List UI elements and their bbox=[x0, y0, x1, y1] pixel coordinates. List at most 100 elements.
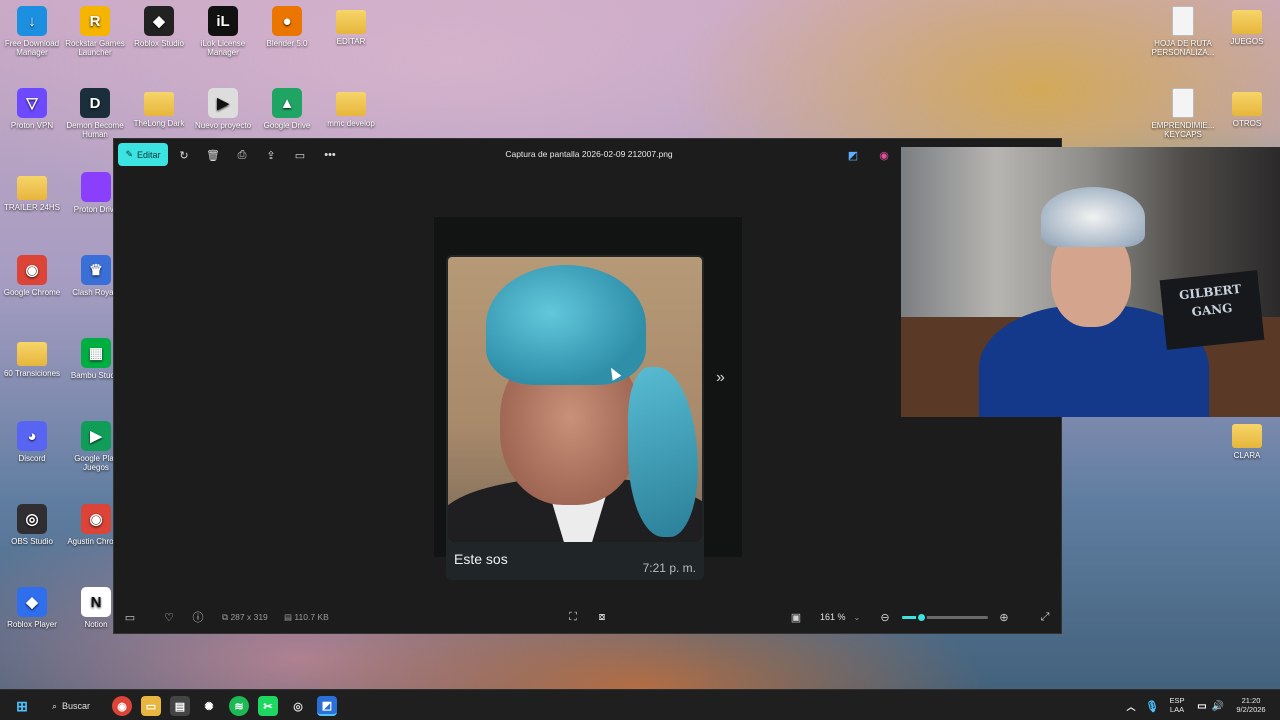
ilok-icon: iL bbox=[208, 6, 238, 36]
desktop-icon-discord[interactable]: ◕ Discord bbox=[0, 421, 67, 463]
print-icon[interactable]: ⎙ bbox=[234, 147, 250, 163]
desktop-icon-editar[interactable]: EDITAR bbox=[316, 6, 386, 46]
desktop-icon-obs-studio[interactable]: ◎ OBS Studio bbox=[0, 504, 67, 546]
folder-icon bbox=[336, 92, 366, 116]
rotate-icon[interactable]: ↻ bbox=[176, 147, 192, 163]
chevron-down-icon: ⌄ bbox=[853, 612, 861, 622]
chrome-taskbar-icon[interactable]: ◉ bbox=[112, 696, 132, 716]
folder-icon bbox=[17, 342, 47, 366]
image-dimensions: ⧉ 287 x 319 bbox=[222, 612, 268, 622]
window-title: Captura de pantalla 2026-02-09 212007.pn… bbox=[505, 149, 673, 159]
zoom-slider-thumb[interactable] bbox=[915, 612, 927, 623]
delete-icon[interactable]: 🗑 bbox=[205, 147, 221, 163]
proton-vpn-icon: ▽ bbox=[17, 88, 47, 118]
desktop-icon-blender-5-0[interactable]: ● Blender 5.0 bbox=[252, 6, 322, 48]
start-windows-icon[interactable]: ⊞ bbox=[12, 696, 32, 716]
microphone-icon[interactable]: 🎙 bbox=[1142, 696, 1162, 716]
desktop-icon-juegos[interactable]: JUEGOS bbox=[1212, 6, 1280, 46]
bambu-icon: ▦ bbox=[81, 338, 111, 368]
desktop-icon-mmc-develop[interactable]: mmc develop bbox=[316, 88, 386, 128]
edit-icon: ✎ bbox=[125, 149, 134, 159]
screenshot-image: Este sos 7:21 p. m. » bbox=[434, 217, 742, 580]
app-taskbar-icon[interactable]: ▤ bbox=[170, 696, 190, 716]
roblox-studio-icon: ◆ bbox=[144, 6, 174, 36]
language-indicator[interactable]: ESP LAA bbox=[1166, 696, 1188, 714]
desktop-icon-rockstar-games-launcher[interactable]: R Rockstar Games Launcher bbox=[60, 6, 130, 57]
folder-icon bbox=[144, 92, 174, 116]
portrait-photo bbox=[448, 257, 702, 542]
volume-icon[interactable]: 🔊 bbox=[1208, 696, 1228, 716]
notion-icon: N bbox=[81, 587, 111, 617]
desktop-icon-thelong-dark[interactable]: TheLong Dark bbox=[124, 88, 194, 128]
document-icon bbox=[1172, 6, 1194, 36]
file-explorer-icon[interactable]: ▭ bbox=[141, 696, 161, 716]
zoom-select[interactable]: 161 % ⌄ bbox=[814, 607, 870, 627]
desktop-icon-nuevo-proyecto[interactable]: ▶ Nuevo proyecto bbox=[188, 88, 258, 130]
desktop-icon-google-drive[interactable]: ▲ Google Drive bbox=[252, 88, 322, 130]
file-size: ▤ 110.7 KB bbox=[284, 612, 329, 622]
file-size-icon: ▤ bbox=[284, 612, 295, 622]
clock[interactable]: 21:20 9/2/2026 bbox=[1230, 696, 1272, 714]
obs-taskbar-icon[interactable]: ◎ bbox=[288, 696, 308, 716]
more-options-icon[interactable]: ••• bbox=[322, 147, 338, 163]
desktop-icon-clara[interactable]: CLARA bbox=[1212, 420, 1280, 460]
desktop-icon-otros[interactable]: OTROS bbox=[1212, 88, 1280, 128]
wall-sign: GILBERT GANG bbox=[1159, 270, 1265, 350]
taskbar-search[interactable]: ⌕ Buscar bbox=[48, 696, 108, 716]
chatgpt-icon[interactable]: ✺ bbox=[199, 696, 219, 716]
desktop-icon-trailer-24hs[interactable]: TRAILER 24HS bbox=[0, 172, 67, 212]
desktop-icon-60-transiciones[interactable]: 60 Transiciones bbox=[0, 338, 67, 378]
taskbar: ⊞ ⌕ Buscar ◉ ▭ ▤ ✺ ≋ ✂ ◎ ◩ ︿ 🎙 ESP LAA ▭… bbox=[0, 689, 1280, 720]
zoom-out-icon[interactable]: ⊖ bbox=[877, 609, 893, 625]
compare-icon[interactable]: ⧇ bbox=[594, 609, 610, 625]
folder-icon bbox=[1232, 92, 1262, 116]
fit-to-window-icon[interactable]: ▣ bbox=[788, 609, 804, 625]
message-bubble: Este sos 7:21 p. m. bbox=[446, 255, 704, 580]
message-caption: Este sos bbox=[454, 551, 508, 567]
webcam-overlay: GILBERT GANG bbox=[901, 147, 1280, 417]
crop-icon[interactable]: ⛶ bbox=[565, 609, 581, 625]
favorite-icon[interactable]: ♡ bbox=[161, 609, 177, 625]
forward-icon: » bbox=[716, 369, 725, 386]
desktop-icon-free-download-manager[interactable]: ↓ Free Download Manager bbox=[0, 6, 67, 57]
discord-icon: ◕ bbox=[17, 421, 47, 451]
game-icon: D bbox=[80, 88, 110, 118]
proton-drive-icon bbox=[81, 172, 111, 202]
full-screen-icon[interactable]: ⤢ bbox=[1037, 609, 1053, 625]
google-drive-icon: ▲ bbox=[272, 88, 302, 118]
obs-icon: ◎ bbox=[17, 504, 47, 534]
folder-icon bbox=[17, 176, 47, 200]
desktop-icon-proton-vpn[interactable]: ▽ Proton VPN bbox=[0, 88, 67, 130]
spotify-icon[interactable]: ≋ bbox=[229, 696, 249, 716]
desktop-icon-roblox-studio[interactable]: ◆ Roblox Studio bbox=[124, 6, 194, 48]
desktop-icon-emprendimiento-keycaps[interactable]: EMPRENDIMIE... KEYCAPS bbox=[1148, 88, 1218, 139]
desktop-icon-ilok-license-manager[interactable]: iL iLok License Manager bbox=[188, 6, 258, 57]
message-time: 7:21 p. m. bbox=[642, 561, 696, 575]
folder-icon bbox=[1232, 424, 1262, 448]
edit-button[interactable]: ✎ Editar bbox=[118, 143, 168, 166]
share-icon[interactable]: ⇪ bbox=[263, 147, 279, 163]
show-hidden-icons[interactable]: ︿ bbox=[1121, 696, 1141, 716]
video-project-icon: ▶ bbox=[208, 88, 238, 118]
desktop-icon-roblox-player[interactable]: ◆ Roblox Player bbox=[0, 587, 67, 629]
copilot-icon[interactable]: ◉ bbox=[876, 147, 892, 163]
chrome-profile-icon: ◉ bbox=[81, 504, 111, 534]
status-bar: ▭ ♡ ⓘ ⧉ 287 x 319 ▤ 110.7 KB ⛶ ⧇ ▣ 161 %… bbox=[114, 601, 1061, 633]
capcut-icon[interactable]: ✂ bbox=[258, 696, 278, 716]
play-games-icon: ▶ bbox=[81, 421, 111, 451]
fdm-icon: ↓ bbox=[17, 6, 47, 36]
zoom-in-icon[interactable]: ⊕ bbox=[996, 609, 1012, 625]
blender-icon: ● bbox=[272, 6, 302, 36]
desktop-icon-google-chrome[interactable]: ◉ Google Chrome bbox=[0, 255, 67, 297]
document-icon bbox=[1172, 88, 1194, 118]
clash-royale-icon: ♛ bbox=[81, 255, 111, 285]
designer-icon[interactable]: ◩ bbox=[845, 147, 861, 163]
filmstrip-icon[interactable]: ▭ bbox=[122, 609, 138, 625]
folder-icon bbox=[336, 10, 366, 34]
photos-taskbar-icon[interactable]: ◩ bbox=[317, 696, 337, 716]
desktop-icon-hoja-de-ruta[interactable]: HOJA DE RUTA PERSONALIZA... bbox=[1148, 6, 1218, 57]
zoom-slider[interactable] bbox=[902, 612, 988, 623]
slideshow-icon[interactable]: ▭ bbox=[292, 147, 308, 163]
desktop-icon-demon-become-human[interactable]: D Demon Become Human bbox=[60, 88, 130, 139]
info-icon[interactable]: ⓘ bbox=[190, 609, 206, 625]
